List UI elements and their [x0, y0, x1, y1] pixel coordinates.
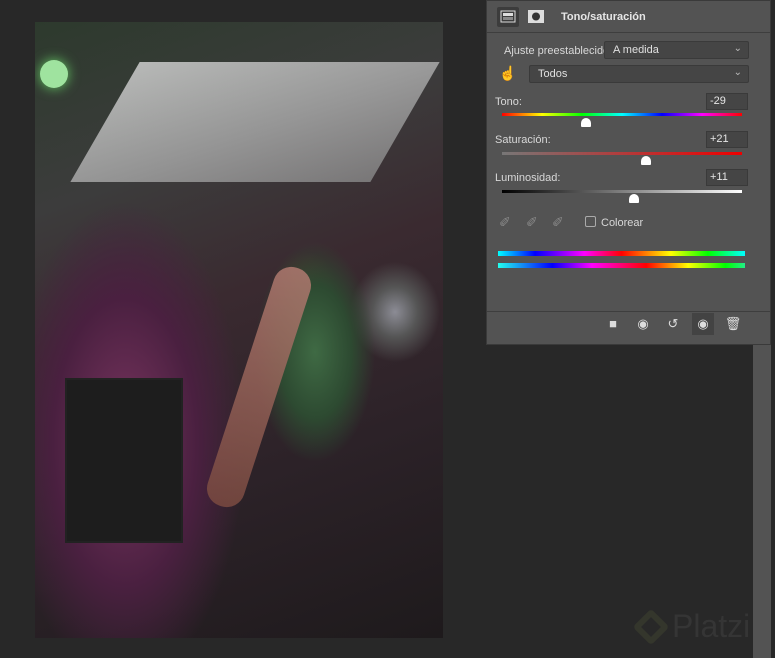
photo-light	[40, 60, 68, 88]
panel-scrollbar[interactable]	[753, 345, 771, 658]
view-previous-state-icon[interactable]: ◉	[632, 313, 654, 335]
saturation-input[interactable]: +21	[706, 131, 748, 148]
reset-icon[interactable]: ↺	[662, 313, 684, 335]
panel-title: Tono/saturación	[561, 10, 646, 23]
lightness-slider-track[interactable]	[502, 190, 742, 193]
chevron-down-icon: ⌄	[733, 43, 742, 54]
lightness-label: Luminosidad:	[495, 172, 561, 184]
saturation-slider-track[interactable]	[502, 152, 742, 155]
colorize-checkbox[interactable]	[585, 216, 596, 227]
channel-dropdown[interactable]: Todos ⌄	[529, 65, 749, 83]
colorize-label: Colorear	[601, 217, 644, 229]
channel-value: Todos	[538, 68, 568, 80]
preset-label: Ajuste preestablecido:	[504, 45, 613, 57]
eyedropper-icon[interactable]: ✐	[499, 214, 511, 231]
eyedropper-add-icon[interactable]: ✐	[526, 214, 538, 231]
targeted-adjustment-hand-icon[interactable]: ☝	[499, 65, 516, 82]
input-color-bar	[498, 251, 745, 256]
output-color-bar	[498, 263, 745, 268]
lightness-slider-thumb[interactable]	[629, 194, 639, 203]
preset-value: A medida	[613, 44, 659, 56]
hue-slider-track[interactable]	[502, 113, 742, 116]
watermark-text: Platzi	[672, 608, 751, 644]
adjustment-icon[interactable]	[497, 6, 519, 27]
properties-panel: Tono/saturación Ajuste preestablecido: A…	[486, 0, 771, 345]
photo-jazz-sign	[65, 378, 183, 543]
panel-footer: ■ ◉ ↺ ◉ 🗑	[487, 311, 770, 335]
mask-icon[interactable]	[525, 7, 547, 27]
chevron-down-icon: ⌄	[733, 67, 742, 78]
hue-label: Tono:	[495, 96, 522, 108]
visibility-eye-icon[interactable]: ◉	[692, 312, 714, 335]
photo-saxophone	[202, 262, 316, 512]
photo-ceiling	[70, 62, 440, 182]
hue-input[interactable]: -29	[706, 93, 748, 110]
canvas-photo	[35, 22, 443, 638]
hue-slider-thumb[interactable]	[581, 118, 591, 127]
lightness-input[interactable]: +11	[706, 169, 748, 186]
panel-header: Tono/saturación	[487, 1, 770, 33]
saturation-label: Saturación:	[495, 134, 551, 146]
clip-to-layer-icon[interactable]: ■	[602, 313, 624, 335]
watermark: Platzi	[632, 608, 751, 645]
trash-icon[interactable]: 🗑	[722, 313, 744, 335]
platzi-logo-icon	[632, 608, 670, 645]
preset-dropdown[interactable]: A medida ⌄	[604, 41, 749, 59]
saturation-slider-thumb[interactable]	[641, 156, 651, 165]
eyedropper-subtract-icon[interactable]: ✐	[552, 214, 564, 231]
